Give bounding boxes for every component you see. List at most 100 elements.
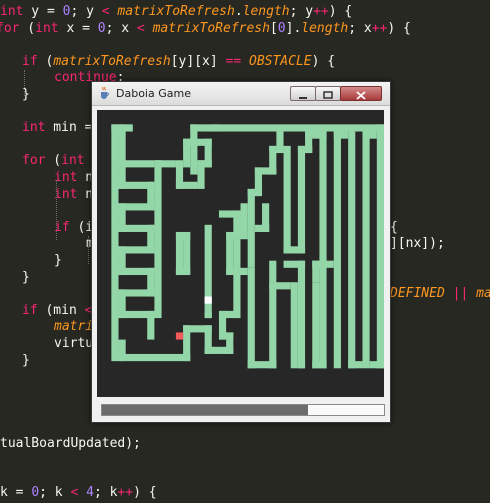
maze-wall [211,124,219,132]
maze-wall [269,260,277,283]
code-token: length [242,4,290,19]
code-token: ++ [313,4,329,19]
maze-wall [312,282,320,369]
code-token: virtu [54,336,94,351]
progress-bar [101,404,385,416]
progress-fill [102,405,308,415]
code-token: for [22,153,46,169]
maximize-icon [323,91,333,99]
maze-wall [369,361,384,369]
code-token: ][nx]); [390,236,445,252]
code-token: ( [19,20,36,36]
code-line: tualBoardUpdated); [0,434,141,454]
maze-wall [175,181,198,189]
maze-wall [240,203,248,240]
code-token: ) { [328,4,353,19]
code-token: < [136,20,145,36]
code-line: } [22,351,30,371]
maze-wall [348,361,363,369]
code-line-fragment: ][nx]); [390,234,445,254]
code-token: . [234,4,243,19]
code-token: || [452,286,469,302]
maze-wall [118,246,126,276]
maze-wall [183,138,191,168]
maze-wall [118,353,191,362]
code-token: ; y [289,4,314,19]
code-token: ++ [117,485,134,501]
code-line: virtu [54,334,93,354]
code-line-fragment: DEFINED || ma [390,284,490,304]
window-title-bar[interactable]: Daboia Game [92,82,390,106]
code-token: ( [37,53,54,69]
code-token: int [54,170,78,185]
code-token: ) { [133,485,157,501]
maze-wall [118,289,126,319]
code-token: x = [58,20,98,36]
game-board[interactable] [97,110,384,397]
code-line: } [22,268,30,288]
maze-wall [247,267,255,369]
maze-wall [118,160,126,189]
code-token: matri [54,319,94,335]
maximize-button[interactable] [315,86,341,101]
code-token: y = [23,4,63,19]
maze-wall [269,282,291,290]
code-token: [y][x] [170,53,226,69]
minimize-button[interactable] [290,86,316,101]
maze-wall [362,131,377,139]
code-line: int n [54,185,93,205]
code-line: } [54,251,62,271]
code-token: length [301,20,349,36]
window-title: Daboia Game [116,87,191,100]
close-button[interactable] [340,86,382,101]
indent-guide [88,236,89,264]
code-token: == [225,53,242,69]
snake-head [204,296,212,304]
maze-wall [297,260,306,369]
maze-wall [190,124,384,132]
code-token: int [0,4,24,19]
code-token: int [22,120,46,136]
maze-wall [333,131,341,369]
code-token: 4 [86,485,94,501]
maze-wall [247,188,255,268]
code-token: ]. [285,20,302,36]
maze-wall [269,282,277,369]
code-token: ) { [311,53,336,69]
code-token: if [22,53,38,69]
code-token: ( [45,153,62,169]
maze-wall [147,310,155,340]
maze-wall [204,310,212,319]
code-token: ma [476,286,490,302]
maze-wall [147,224,155,254]
code-line: for (int x = 0; x < matrixToRefresh[0].l… [0,19,411,39]
code-token: DEFINED [390,286,445,302]
maze-wall [154,160,176,168]
maze-canvas [97,110,384,397]
maze-wall [118,203,126,232]
code-token: 0 [31,485,40,501]
code-token: (min [37,302,85,318]
code-token: int [54,186,78,202]
code-token: (i [69,219,94,235]
code-line: int min = [22,118,100,138]
code-token: ; x [348,20,372,36]
code-token: } [22,352,30,368]
code-line: k = 0; k < 4; k++) { [0,483,157,503]
maze-wall [147,181,155,211]
code-token: k = [0,485,32,501]
code-token: ++ [371,20,388,36]
maze-wall [348,131,356,369]
maze-wall [233,210,241,319]
game-window[interactable]: Daboia Game [91,81,391,423]
maze-wall [218,210,241,218]
minimize-icon [299,97,307,99]
maze-wall [297,145,306,254]
indent-guide [56,180,57,240]
maze-wall [254,224,270,232]
code-token: ) { [387,20,411,36]
maze-wall [333,131,349,139]
